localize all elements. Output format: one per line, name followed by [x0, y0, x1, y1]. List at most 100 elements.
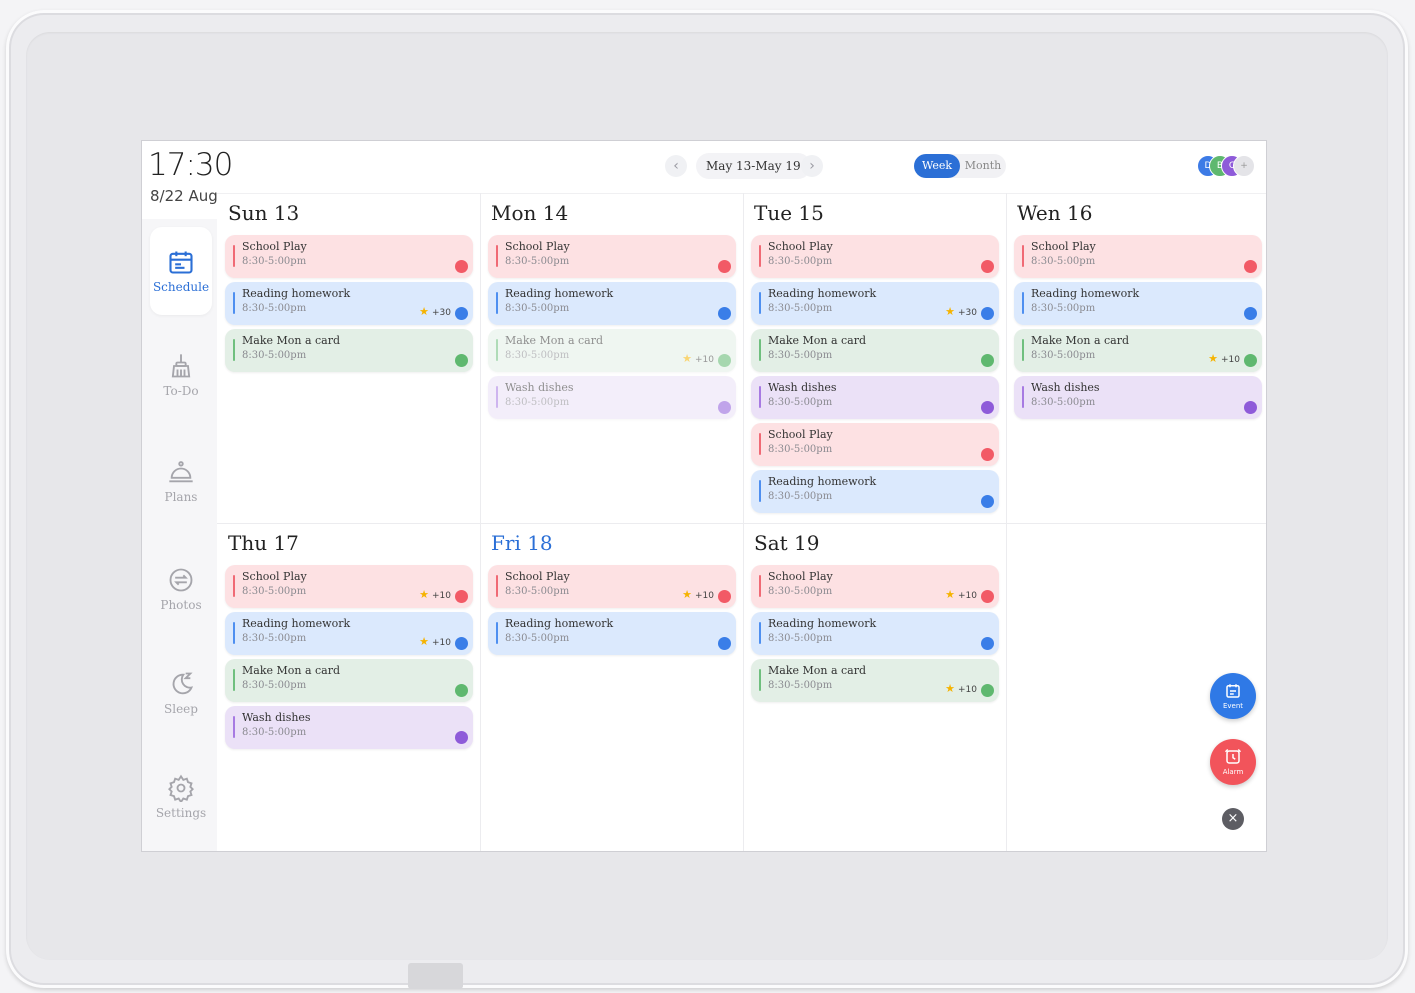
event-card[interactable]: Make Mon a card 8:30-5:00pm ★ +10: [488, 329, 736, 372]
broom-icon: [171, 354, 191, 378]
event-card[interactable]: Reading homework 8:30-5:00pm: [488, 612, 736, 655]
event-title: Reading homework: [242, 287, 351, 300]
event-card[interactable]: School Play 8:30-5:00pm ★ +10: [751, 565, 999, 608]
event-card[interactable]: School Play 8:30-5:00pm: [1014, 235, 1262, 278]
event-color-bar: [759, 292, 761, 314]
alarm-clock-icon: [1224, 748, 1242, 764]
member-dot-icon: [981, 354, 994, 367]
event-card[interactable]: Wash dishes 8:30-5:00pm: [1014, 376, 1262, 419]
event-card[interactable]: Make Mon a card 8:30-5:00pm: [225, 329, 473, 372]
clock-date: 8/22 Aug: [150, 187, 218, 205]
event-card[interactable]: School Play 8:30-5:00pm: [751, 423, 999, 466]
event-color-bar: [233, 669, 235, 691]
event-card[interactable]: Make Mon a card 8:30-5:00pm ★ +10: [1014, 329, 1262, 372]
day-title: Tue 15: [754, 201, 824, 225]
event-card[interactable]: Reading homework 8:30-5:00pm: [751, 470, 999, 513]
calendar-icon: [1226, 684, 1240, 698]
sidebar-item-schedule[interactable]: Schedule: [150, 227, 212, 315]
event-card[interactable]: Reading homework 8:30-5:00pm ★ +30: [751, 282, 999, 325]
event-card[interactable]: School Play 8:30-5:00pm: [488, 235, 736, 278]
sidebar-item-label: Schedule: [152, 280, 210, 294]
event-title: Reading homework: [505, 617, 614, 630]
next-week-button[interactable]: ›: [801, 155, 823, 177]
event-card[interactable]: Make Mon a card 8:30-5:00pm: [225, 659, 473, 702]
event-title: School Play: [505, 240, 570, 253]
event-title: Reading homework: [768, 617, 877, 630]
member-dot-icon: [981, 495, 994, 508]
event-card[interactable]: Reading homework 8:30-5:00pm: [1014, 282, 1262, 325]
sidebar-item-sleep[interactable]: Sleep: [150, 649, 212, 737]
event-card[interactable]: School Play 8:30-5:00pm ★ +10: [488, 565, 736, 608]
event-points: ★ +10: [419, 588, 451, 603]
event-card[interactable]: School Play 8:30-5:00pm ★ +10: [225, 565, 473, 608]
star-icon: ★: [945, 588, 955, 601]
event-time: 8:30-5:00pm: [242, 256, 307, 267]
event-card[interactable]: Wash dishes 8:30-5:00pm: [488, 376, 736, 419]
event-color-bar: [233, 292, 235, 314]
event-points: ★ +10: [945, 682, 977, 697]
view-week-button[interactable]: Week: [914, 154, 960, 178]
event-color-bar: [496, 622, 498, 644]
event-title: Reading homework: [1031, 287, 1140, 300]
sidebar-item-plans[interactable]: Plans: [150, 437, 212, 525]
event-time: 8:30-5:00pm: [768, 350, 833, 361]
sidebar-item-settings[interactable]: Settings: [150, 753, 212, 841]
star-icon: ★: [682, 588, 692, 601]
event-color-bar: [759, 245, 761, 267]
top-bar: ‹ May 13-May 19 › Week Month D B C +: [217, 141, 1266, 193]
event-time: 8:30-5:00pm: [242, 727, 307, 738]
event-time: 8:30-5:00pm: [505, 397, 570, 408]
view-month-button[interactable]: Month: [960, 154, 1006, 178]
event-card[interactable]: Wash dishes 8:30-5:00pm: [225, 706, 473, 749]
event-card[interactable]: School Play 8:30-5:00pm: [751, 235, 999, 278]
add-event-button[interactable]: Event: [1210, 673, 1256, 719]
add-member-button[interactable]: +: [1233, 155, 1255, 177]
sidebar-item-todo[interactable]: To-Do: [150, 331, 212, 419]
sidebar-item-label: To-Do: [163, 384, 199, 398]
event-color-bar: [233, 716, 235, 738]
member-dot-icon: [718, 590, 731, 603]
member-dot-icon: [981, 448, 994, 461]
event-color-bar: [759, 575, 761, 597]
fab-label: Event: [1222, 702, 1244, 710]
event-points-value: +10: [695, 591, 714, 601]
event-card[interactable]: Reading homework 8:30-5:00pm: [751, 612, 999, 655]
event-title: Make Mon a card: [505, 334, 604, 347]
star-icon: ★: [945, 305, 955, 318]
event-card[interactable]: Make Mon a card 8:30-5:00pm: [751, 329, 999, 372]
event-time: 8:30-5:00pm: [1031, 303, 1096, 314]
event-card[interactable]: School Play 8:30-5:00pm: [225, 235, 473, 278]
event-points: ★ +10: [419, 635, 451, 650]
add-alarm-button[interactable]: Alarm: [1210, 739, 1256, 785]
prev-week-button[interactable]: ‹: [665, 155, 687, 177]
event-title: School Play: [768, 428, 833, 441]
day-title: Wen 16: [1017, 201, 1093, 225]
day-column: Thu 17 School Play 8:30-5:00pm ★ +10 Reading …: [217, 523, 479, 851]
sidebar-item-photos[interactable]: Photos: [150, 545, 212, 633]
member-dot-icon: [455, 684, 468, 697]
event-card[interactable]: Reading homework 8:30-5:00pm ★ +30: [225, 282, 473, 325]
day-title: Mon 14: [491, 201, 569, 225]
event-card[interactable]: Reading homework 8:30-5:00pm: [488, 282, 736, 325]
star-icon: ★: [1208, 352, 1218, 365]
event-title: Make Mon a card: [768, 334, 867, 347]
event-points-value: +30: [958, 308, 977, 318]
event-points-value: +30: [432, 308, 451, 318]
day-column: Sun 13 School Play 8:30-5:00pm Reading home…: [217, 193, 479, 522]
member-dot-icon: [1244, 260, 1257, 273]
event-card[interactable]: Make Mon a card 8:30-5:00pm ★ +10: [751, 659, 999, 702]
day-column: Tue 15 School Play 8:30-5:00pm Reading home…: [743, 193, 1005, 522]
event-color-bar: [233, 575, 235, 597]
close-button[interactable]: ×: [1222, 808, 1244, 830]
event-title: Reading homework: [242, 617, 351, 630]
event-card[interactable]: Wash dishes 8:30-5:00pm: [751, 376, 999, 419]
event-points: ★ +10: [682, 352, 714, 367]
event-title: Make Mon a card: [768, 664, 867, 677]
member-dot-icon: [1244, 401, 1257, 414]
cloche-icon: [169, 461, 193, 483]
member-dot-icon: [455, 590, 468, 603]
event-color-bar: [233, 339, 235, 361]
star-icon: ★: [419, 635, 429, 648]
member-dot-icon: [1244, 354, 1257, 367]
event-card[interactable]: Reading homework 8:30-5:00pm ★ +10: [225, 612, 473, 655]
